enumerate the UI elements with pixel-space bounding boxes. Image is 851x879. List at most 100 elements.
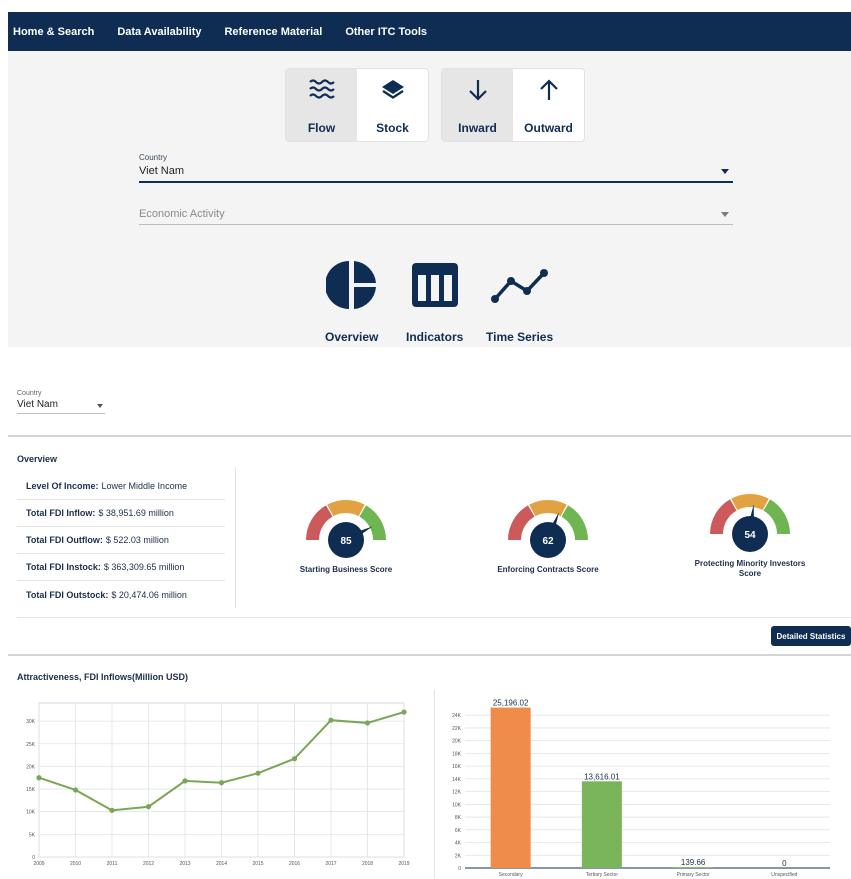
country-label: Country bbox=[139, 153, 168, 162]
y-tick-label: 10K bbox=[452, 802, 462, 808]
indicators-view-label: Indicators bbox=[406, 330, 464, 344]
gauge-band bbox=[561, 505, 588, 540]
overview-title: Overview bbox=[17, 454, 58, 464]
overview-view-button[interactable]: Overview bbox=[324, 259, 378, 344]
x-tick-label: Tertiary Sector bbox=[586, 872, 619, 878]
economic-activity-select[interactable]: Economic Activity bbox=[139, 208, 733, 225]
stat-fdi-inflow: Total FDI Inflow: $ 38,951.69 million bbox=[17, 500, 225, 527]
y-tick-label: 22K bbox=[452, 726, 462, 732]
outward-label: Outward bbox=[524, 121, 573, 135]
bar bbox=[673, 867, 714, 868]
stat-fdi-outflow: Total FDI Outflow: $ 522.03 million bbox=[17, 527, 225, 554]
nav-data-availability[interactable]: Data Availability bbox=[117, 26, 201, 38]
stat-label: Total FDI Inflow: bbox=[26, 508, 96, 518]
gauge-value: 62 bbox=[542, 536, 554, 547]
data-point bbox=[364, 720, 371, 726]
economic-activity-placeholder: Economic Activity bbox=[139, 208, 225, 220]
y-tick-label: 20K bbox=[26, 764, 36, 770]
caret-down-icon bbox=[721, 169, 729, 174]
section-divider bbox=[8, 654, 851, 656]
gauge-label: Starting Business Score bbox=[299, 565, 393, 574]
stat-fdi-instock: Total FDI Instock: $ 363,309.65 million bbox=[17, 554, 225, 581]
stat-label: Total FDI Outstock: bbox=[26, 589, 109, 600]
x-tick-label: Primary Sector bbox=[677, 872, 710, 878]
y-tick-label: 24K bbox=[452, 713, 462, 719]
y-tick-label: 18K bbox=[452, 751, 462, 757]
x-tick-label: 2018 bbox=[362, 861, 373, 867]
x-tick-label: 2012 bbox=[143, 861, 154, 867]
outward-button[interactable]: Outward bbox=[513, 69, 584, 141]
data-point bbox=[328, 717, 334, 723]
gauge-band bbox=[306, 505, 333, 540]
nav-other-itc-tools[interactable]: Other ITC Tools bbox=[345, 26, 427, 38]
data-point bbox=[255, 770, 261, 776]
nav-reference-material[interactable]: Reference Material bbox=[224, 26, 322, 38]
bar bbox=[490, 707, 531, 868]
flow-button[interactable]: Flow bbox=[286, 69, 357, 141]
filter-panel: Flow Stock Inward Outward Country Viet N… bbox=[8, 51, 851, 347]
time-series-view-button[interactable]: Time Series bbox=[486, 259, 553, 344]
x-tick-label: 2010 bbox=[70, 861, 81, 867]
stat-label: Total FDI Outflow: bbox=[26, 535, 103, 545]
y-tick-label: 8K bbox=[455, 815, 462, 821]
country-value: Viet Nam bbox=[139, 165, 185, 177]
inward-button[interactable]: Inward bbox=[442, 69, 513, 141]
overview-separator bbox=[235, 467, 236, 608]
x-tick-label: 2011 bbox=[107, 861, 118, 867]
fdi-sector-bar-chart: 0 2K 4K 6K 8K 10K 12K 14K 16K 18K 20K 22K 24K 25,196.… bbox=[452, 699, 830, 878]
bar bbox=[581, 781, 622, 868]
gauge-band bbox=[731, 494, 769, 511]
inward-label: Inward bbox=[458, 121, 497, 135]
y-tick-label: 15K bbox=[26, 787, 36, 793]
caret-down-icon bbox=[97, 404, 103, 408]
gauge-value: 54 bbox=[744, 530, 756, 541]
x-tick-label: 2019 bbox=[398, 861, 409, 867]
fdi-inflows-line-chart: 05K10K15K20K25K30K2009 2010 2011 2012 2013 20… bbox=[26, 702, 410, 867]
y-tick-label: 6K bbox=[455, 828, 462, 834]
y-tick-label: 16K bbox=[452, 764, 462, 770]
overview-bottom-line bbox=[17, 617, 851, 618]
nav-home-search[interactable]: Home & Search bbox=[13, 26, 94, 38]
country-small-value: Viet Nam bbox=[17, 399, 58, 410]
direction-toggle: Inward Outward bbox=[442, 69, 584, 141]
gauge-band bbox=[710, 499, 737, 534]
y-tick-label: 0 bbox=[458, 866, 461, 872]
stat-label: Level Of Income: bbox=[26, 481, 99, 491]
country-select[interactable]: Country Viet Nam bbox=[139, 153, 733, 183]
bar-value-label: 25,196.02 bbox=[493, 699, 529, 708]
gauge-dial: 85 bbox=[306, 500, 386, 558]
caret-down-icon bbox=[721, 212, 729, 217]
country-select-small[interactable]: Country Viet Nam bbox=[17, 390, 105, 414]
stat-income: Level Of Income: Lower Middle Income bbox=[17, 473, 225, 500]
bar-value-label: 13,616.01 bbox=[584, 772, 620, 781]
stock-label: Stock bbox=[376, 121, 409, 135]
y-tick-label: 5K bbox=[29, 832, 36, 838]
y-tick-label: 25K bbox=[26, 742, 36, 748]
x-tick-label: 2016 bbox=[289, 861, 300, 867]
y-tick-label: 4K bbox=[455, 841, 462, 847]
gauge-band bbox=[763, 499, 790, 534]
y-tick-label: 2K bbox=[455, 853, 462, 859]
gauge-starting-business: 85 Starting Business Score bbox=[291, 496, 401, 575]
stat-value: $ 363,309.65 million bbox=[103, 562, 185, 572]
gauge-band bbox=[327, 500, 365, 517]
indicators-view-button[interactable]: Indicators bbox=[406, 259, 463, 344]
data-point bbox=[291, 756, 298, 762]
x-tick-label: 2009 bbox=[33, 861, 44, 867]
gauge-band bbox=[529, 500, 567, 517]
waves-icon bbox=[308, 77, 336, 103]
attractiveness-title: Attractiveness, FDI Inflows(Million USD) bbox=[17, 672, 189, 682]
gauge-dial: 62 bbox=[508, 500, 588, 558]
section-divider bbox=[8, 435, 851, 437]
stat-value: $ 522.03 million bbox=[105, 535, 169, 545]
y-tick-label: 20K bbox=[452, 739, 462, 745]
table-icon bbox=[409, 259, 461, 316]
data-point bbox=[145, 804, 152, 810]
detailed-statistics-button[interactable]: Detailed Statistics bbox=[771, 626, 851, 646]
gauge-dial: 54 bbox=[710, 494, 790, 552]
arrow-down-icon bbox=[467, 77, 489, 103]
stat-fdi-outstock: Total FDI Outstock: $ 20,474.06 million bbox=[17, 581, 225, 608]
x-tick-label: Secondary bbox=[499, 872, 523, 878]
stock-button[interactable]: Stock bbox=[357, 69, 428, 141]
flow-label: Flow bbox=[307, 121, 336, 135]
